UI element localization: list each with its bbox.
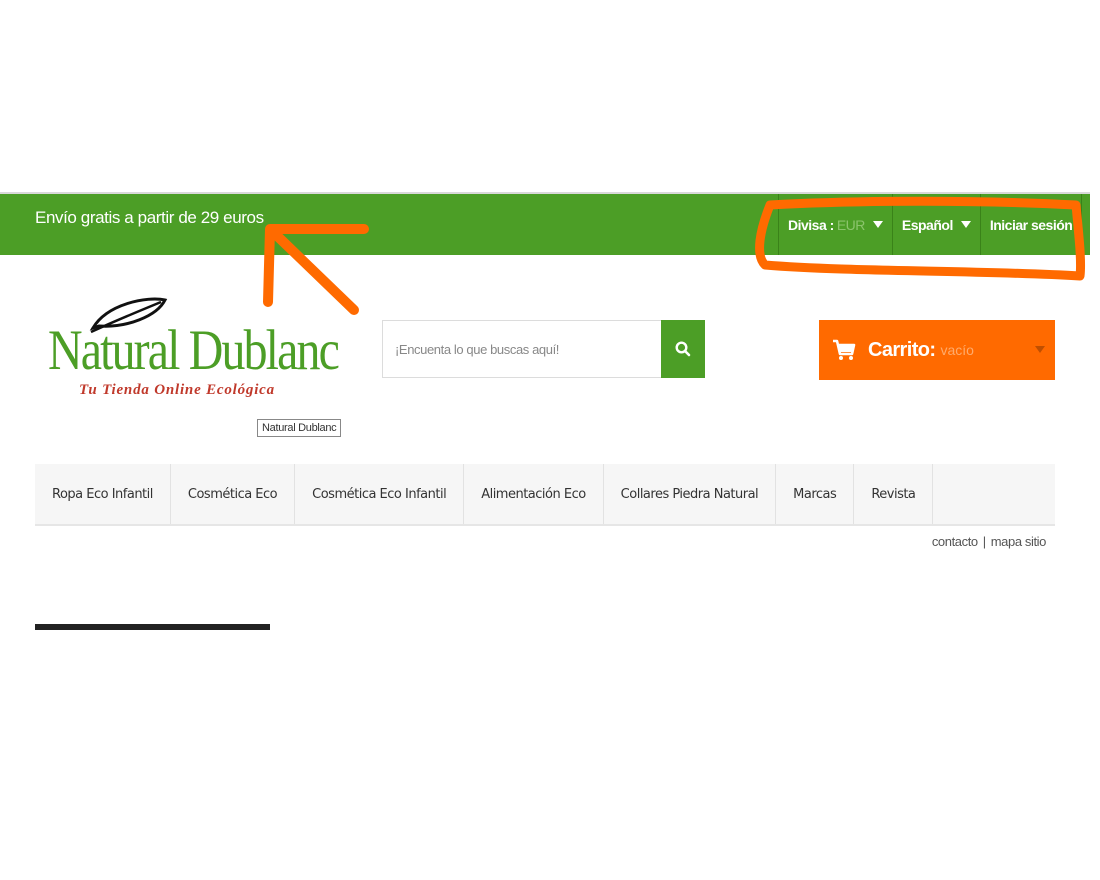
section-divider bbox=[35, 624, 270, 630]
currency-label: Divisa : bbox=[788, 216, 834, 233]
contact-link[interactable]: contacto bbox=[932, 534, 978, 549]
nav-item-collares-piedra-natural[interactable]: Collares Piedra Natural bbox=[604, 464, 777, 524]
nav-item-marcas[interactable]: Marcas bbox=[776, 464, 855, 524]
top-links: Divisa : EUR Español Iniciar sesión bbox=[778, 194, 1083, 255]
nav-item-cosmetica-eco-infantil[interactable]: Cosmética Eco Infantil bbox=[295, 464, 465, 524]
chevron-down-icon bbox=[960, 221, 971, 228]
login-link[interactable]: Iniciar sesión bbox=[979, 194, 1083, 255]
nav-item-revista[interactable]: Revista bbox=[854, 464, 934, 524]
free-shipping-promo: Envío gratis a partir de 29 euros bbox=[35, 208, 264, 227]
search-input[interactable] bbox=[383, 321, 661, 377]
logo-tooltip: Natural Dublanc bbox=[257, 419, 342, 437]
site-logo[interactable]: Natural Dublanc Tu Tienda Online Ecológi… bbox=[45, 290, 355, 400]
main-navigation: Ropa Eco Infantil Cosmética Eco Cosmétic… bbox=[35, 464, 1055, 526]
cart-button[interactable]: Carrito: vacío bbox=[819, 320, 1055, 380]
nav-item-ropa-eco-infantil[interactable]: Ropa Eco Infantil bbox=[35, 464, 171, 524]
currency-selector[interactable]: Divisa : EUR bbox=[778, 194, 892, 255]
chevron-down-icon bbox=[1035, 346, 1045, 353]
nav-item-cosmetica-eco[interactable]: Cosmética Eco bbox=[171, 464, 296, 524]
chevron-down-icon bbox=[872, 221, 883, 228]
language-selector[interactable]: Español bbox=[891, 194, 980, 255]
cart-icon bbox=[833, 339, 856, 360]
currency-value: EUR bbox=[836, 216, 866, 233]
utility-separator: | bbox=[982, 534, 986, 549]
search-icon bbox=[675, 341, 691, 357]
search-box bbox=[382, 320, 705, 378]
nav-item-alimentacion-eco[interactable]: Alimentación Eco bbox=[464, 464, 604, 524]
utility-links: contacto | mapa sitio bbox=[932, 534, 1047, 549]
cart-status: vacío bbox=[940, 342, 974, 358]
cart-label: Carrito: bbox=[868, 338, 936, 361]
annotation-overlay bbox=[263, 196, 1086, 315]
language-label: Español bbox=[901, 216, 953, 233]
search-button[interactable] bbox=[661, 320, 705, 378]
logo-name: Natural Dublanc bbox=[48, 319, 340, 382]
sitemap-link[interactable]: mapa sitio bbox=[991, 534, 1047, 549]
top-bar: Envío gratis a partir de 29 euros Divisa… bbox=[0, 194, 1090, 255]
logo-tagline: Tu Tienda Online Ecológica bbox=[79, 382, 275, 398]
